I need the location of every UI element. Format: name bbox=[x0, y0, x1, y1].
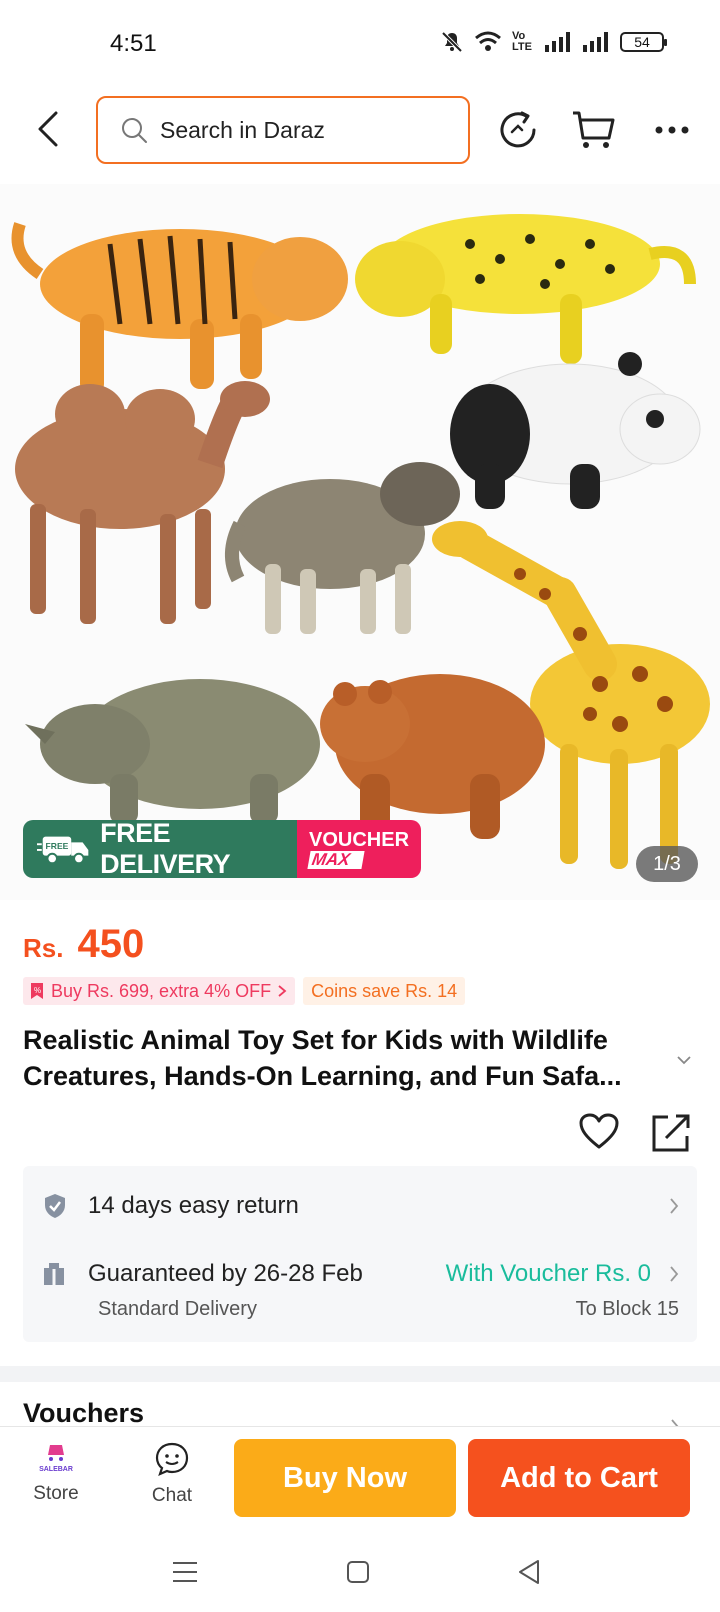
voucher-tag-icon: % bbox=[31, 983, 43, 999]
chat-icon bbox=[155, 1442, 189, 1476]
bottom-action-bar: SALEBAR Store Chat Buy Now Add to Cart bbox=[0, 1426, 720, 1532]
chat-tab[interactable]: Chat bbox=[132, 1441, 212, 1507]
section-divider bbox=[0, 1366, 720, 1382]
cart-icon bbox=[573, 111, 615, 148]
return-text: 14 days easy return bbox=[88, 1192, 299, 1219]
more-button[interactable] bbox=[648, 106, 696, 154]
leopard-figure bbox=[355, 214, 696, 364]
wolf-figure bbox=[225, 462, 460, 634]
product-title: Realistic Animal Toy Set for Kids with W… bbox=[23, 1025, 622, 1091]
more-dots-icon bbox=[655, 126, 689, 134]
home-button[interactable] bbox=[333, 1552, 383, 1592]
delivery-truck-icon: FREE bbox=[37, 836, 89, 865]
tiger-figure bbox=[11, 222, 348, 394]
signal-icon-1 bbox=[545, 32, 570, 52]
voucher-shipping-text: With Voucher Rs. 0 bbox=[445, 1260, 651, 1287]
return-row[interactable]: 14 days easy return bbox=[23, 1188, 697, 1224]
chat-label: Chat bbox=[151, 1485, 193, 1506]
chevron-right-icon bbox=[670, 1266, 679, 1282]
store-logo-text: SALEBAR bbox=[39, 1466, 73, 1473]
location-text: To Block 15 bbox=[575, 1298, 679, 1320]
battery-indicator: 54 bbox=[620, 32, 667, 52]
share-button[interactable] bbox=[650, 1112, 692, 1159]
shield-check-icon bbox=[45, 1194, 65, 1218]
price-currency: Rs. bbox=[23, 933, 64, 963]
panda-figure bbox=[450, 352, 701, 509]
triangle-back-icon bbox=[519, 1560, 539, 1584]
store-label: Store bbox=[33, 1483, 79, 1504]
status-time: 4:51 bbox=[110, 30, 157, 57]
system-back-button[interactable] bbox=[504, 1552, 554, 1592]
store-logo-icon: SALEBAR bbox=[39, 1445, 73, 1473]
history-refresh-icon bbox=[500, 111, 536, 148]
chevron-right-icon bbox=[670, 1198, 679, 1214]
gift-box-icon bbox=[44, 1263, 64, 1285]
coins-tag: Coins save Rs. 14 bbox=[303, 977, 466, 1005]
svg-text:%: % bbox=[34, 986, 41, 995]
bear-figure bbox=[320, 674, 545, 844]
promo-text: Buy Rs. 699, extra 4% OFF bbox=[51, 980, 272, 1001]
search-icon bbox=[122, 118, 147, 143]
voucher-badge-line2: MAX bbox=[307, 850, 365, 869]
expand-title-button[interactable] bbox=[676, 1052, 692, 1070]
add-to-cart-button[interactable]: Add to Cart bbox=[468, 1439, 690, 1517]
network-label: Vo LTE bbox=[512, 30, 532, 53]
history-button[interactable] bbox=[494, 106, 542, 154]
system-nav-bar bbox=[0, 1532, 720, 1612]
camel-figure bbox=[15, 381, 270, 624]
store-tab[interactable]: SALEBAR Store bbox=[16, 1441, 96, 1505]
product-price: Rs. 450 bbox=[23, 922, 144, 967]
mute-icon bbox=[441, 31, 463, 53]
wishlist-button[interactable] bbox=[578, 1112, 620, 1155]
back-arrow-icon bbox=[38, 111, 58, 147]
product-image-carousel[interactable] bbox=[0, 184, 720, 900]
search-input[interactable]: Search in Daraz bbox=[96, 96, 470, 164]
image-counter: 1/3 bbox=[636, 846, 698, 882]
status-bar: 4:51 Vo LTE 54 bbox=[0, 0, 720, 90]
rhino-figure bbox=[25, 679, 320, 824]
price-amount: 450 bbox=[77, 922, 145, 966]
animal-toys-image bbox=[11, 214, 710, 869]
voucher-badge-line1: VOUCHER bbox=[309, 829, 410, 851]
square-home-icon bbox=[347, 1561, 369, 1583]
signal-icon-2 bbox=[583, 32, 608, 52]
recent-apps-button[interactable] bbox=[160, 1552, 210, 1592]
delivery-service-panel: 14 days easy return Guaranteed by 26-28 … bbox=[23, 1166, 697, 1342]
free-small-label: FREE bbox=[46, 841, 69, 851]
wifi-icon bbox=[475, 31, 501, 51]
voucher-max-badge: VOUCHER MAX bbox=[297, 820, 421, 878]
delivery-subtext: Standard Delivery bbox=[98, 1298, 257, 1320]
delivery-text: Guaranteed by 26-28 Feb bbox=[88, 1260, 363, 1287]
promo-tag[interactable]: % Buy Rs. 699, extra 4% OFF bbox=[23, 977, 296, 1005]
menu-lines-icon bbox=[173, 1562, 197, 1582]
buy-now-button[interactable]: Buy Now bbox=[234, 1439, 456, 1517]
heart-icon bbox=[579, 1113, 619, 1149]
chevron-right-icon bbox=[278, 985, 287, 997]
promo-row: % Buy Rs. 699, extra 4% OFF Coins save R… bbox=[23, 977, 466, 1005]
chevron-down-icon bbox=[677, 1056, 691, 1065]
free-delivery-badge: FREE FREE DELIVERY bbox=[23, 818, 297, 879]
search-placeholder: Search in Daraz bbox=[160, 116, 325, 143]
cart-button[interactable] bbox=[570, 106, 618, 154]
vouchers-heading[interactable]: Vouchers bbox=[23, 1398, 144, 1426]
free-delivery-label: FREE DELIVERY bbox=[100, 818, 231, 879]
status-icons: Vo LTE 54 bbox=[440, 30, 667, 54]
top-header: Search in Daraz bbox=[0, 94, 720, 164]
back-button[interactable] bbox=[28, 104, 68, 154]
delivery-row[interactable]: Guaranteed by 26-28 Feb With Voucher Rs.… bbox=[23, 1256, 697, 1292]
share-icon bbox=[652, 1114, 690, 1152]
